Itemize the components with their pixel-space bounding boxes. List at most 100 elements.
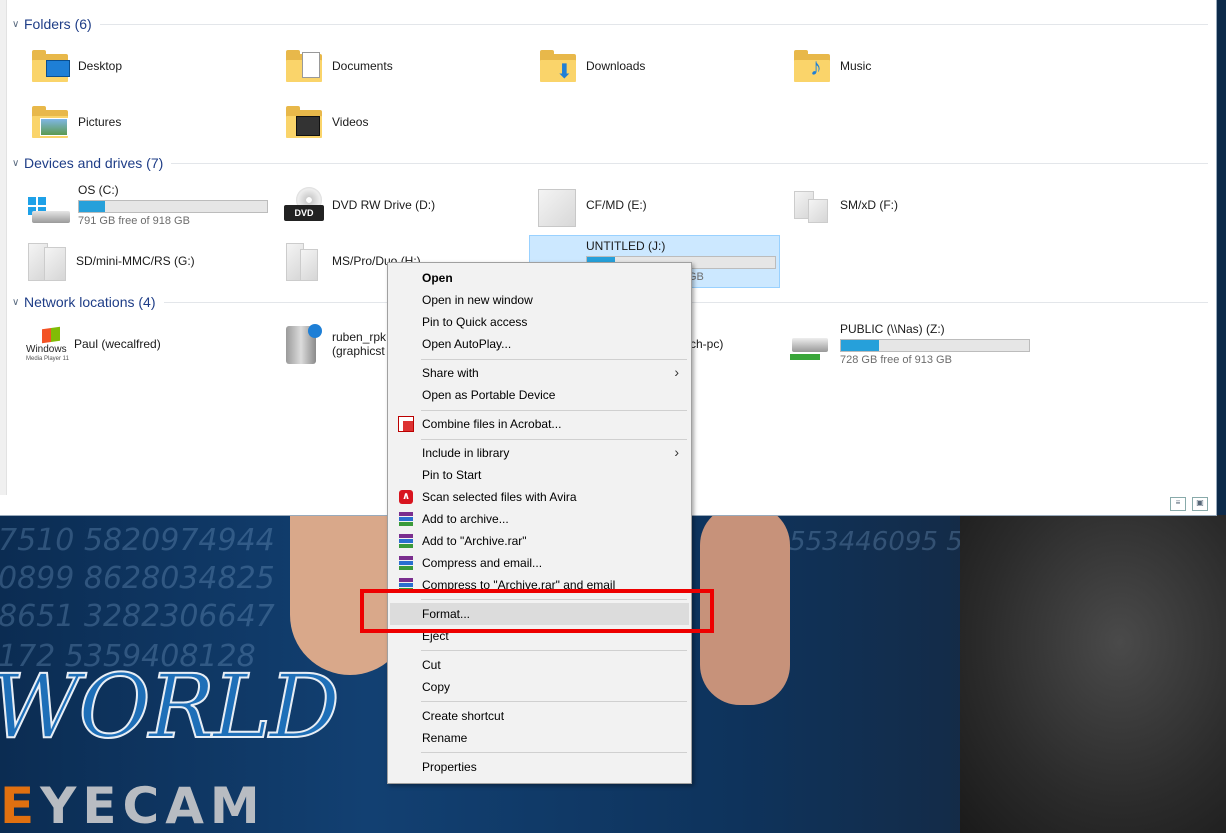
menu-label: Add to archive... [422, 512, 509, 526]
drive-item-g[interactable]: SD/mini-MMC/RS (G:) [22, 236, 195, 286]
menu-label: Open in new window [422, 293, 533, 307]
menu-label: Create shortcut [422, 709, 505, 723]
media-server-icon [282, 322, 326, 366]
group-header-devices[interactable]: ∨ Devices and drives (7) [12, 155, 1208, 171]
desktop-folder-icon [28, 44, 72, 88]
large-icons-view-icon[interactable]: ▣ [1192, 497, 1208, 511]
network-item-pc-label[interactable]: ch-pc) [690, 337, 723, 351]
card-reader-icon [26, 239, 70, 283]
drive-label: DVD RW Drive (D:) [332, 198, 436, 212]
folder-label: Music [840, 59, 872, 73]
folder-item-pictures[interactable]: Pictures [28, 97, 121, 147]
menu-label: Compress and email... [422, 556, 543, 570]
drive-item-f[interactable]: SM/xD (F:) [790, 180, 898, 230]
vertical-scrollbar[interactable] [0, 0, 7, 495]
menu-item-compress-email[interactable]: Compress and email... [390, 552, 689, 574]
dvd-drive-icon: DVD [282, 183, 326, 227]
network-item-paul[interactable]: Windows Media Player 11 Paul (wecalfred) [24, 319, 161, 369]
drive-space-text: 791 GB free of 918 GB [78, 215, 190, 227]
documents-folder-icon [282, 44, 326, 88]
folder-item-music[interactable]: ♪ Music [790, 41, 871, 91]
menu-item-pin-quick-access[interactable]: Pin to Quick access [390, 311, 689, 333]
menu-item-add-archive[interactable]: Add to archive... [390, 508, 689, 530]
menu-item-combine-acrobat[interactable]: Combine files in Acrobat... [390, 413, 689, 435]
menu-separator [421, 752, 687, 753]
menu-label: Open as Portable Device [422, 388, 556, 402]
folder-item-documents[interactable]: Documents [282, 41, 393, 91]
folder-item-videos[interactable]: Videos [282, 97, 368, 147]
drive-space-text: 728 GB free of 913 GB [840, 354, 952, 366]
windows-media-player-icon: Windows Media Player 11 [24, 322, 69, 366]
group-title-devices: Devices and drives (7) [24, 155, 164, 171]
details-view-icon[interactable]: ≡ [1170, 497, 1186, 511]
menu-item-open-new-window[interactable]: Open in new window [390, 289, 689, 311]
menu-item-properties[interactable]: Properties [390, 756, 689, 778]
folder-label: Desktop [78, 59, 123, 73]
group-divider [99, 23, 1208, 25]
menu-item-scan-avira[interactable]: ∧ Scan selected files with Avira [390, 486, 689, 508]
network-label: Paul (wecalfred) [74, 337, 161, 351]
music-note-icon: ♪ [810, 54, 822, 81]
menu-item-share-with[interactable]: Share with › [390, 362, 689, 384]
folder-label: Documents [332, 59, 393, 73]
menu-item-open-portable[interactable]: Open as Portable Device [390, 384, 689, 406]
folder-item-desktop[interactable]: Desktop [28, 41, 122, 91]
drive-item-d[interactable]: DVD DVD RW Drive (D:) [282, 180, 435, 230]
context-menu: Open Open in new window Pin to Quick acc… [387, 262, 692, 784]
drive-usage-bar [78, 200, 268, 213]
menu-item-include-library[interactable]: Include in library › [390, 442, 689, 464]
acrobat-icon [398, 416, 414, 432]
drive-item-c[interactable]: OS (C:) 791 GB free of 918 GB [28, 180, 268, 230]
group-header-folders[interactable]: ∨ Folders (6) [12, 16, 1208, 32]
format-highlight-box [360, 589, 714, 633]
menu-item-copy[interactable]: Copy [390, 676, 689, 698]
menu-label: Cut [422, 658, 441, 672]
menu-item-open-autoplay[interactable]: Open AutoPlay... [390, 333, 689, 355]
chevron-right-icon: › [674, 364, 679, 380]
pictures-folder-icon [28, 100, 72, 144]
group-title-folders: Folders (6) [24, 16, 92, 32]
menu-item-pin-start[interactable]: Pin to Start [390, 464, 689, 486]
winrar-icon [398, 556, 414, 570]
menu-label: Rename [422, 731, 468, 745]
dvd-badge: DVD [284, 205, 324, 221]
menu-label: Pin to Quick access [422, 315, 528, 329]
menu-separator [421, 439, 687, 440]
videos-folder-icon [282, 100, 326, 144]
drive-label: SD/mini-MMC/RS (G:) [76, 254, 195, 268]
menu-item-rename[interactable]: Rename [390, 727, 689, 749]
logo-world-text: WORLD [0, 654, 341, 759]
winrar-icon [398, 512, 414, 526]
avira-icon: ∧ [399, 490, 413, 504]
network-item-ruben[interactable]: ruben_rpk (graphicst [282, 319, 386, 369]
menu-item-add-archive-rar[interactable]: Add to "Archive.rar" [390, 530, 689, 552]
network-item-public-nas[interactable]: PUBLIC (\\Nas) (Z:) 728 GB free of 913 G… [786, 319, 1030, 369]
menu-separator [421, 359, 687, 360]
chevron-right-icon: › [674, 444, 679, 460]
menu-label: Add to "Archive.rar" [422, 534, 527, 548]
menu-label: Pin to Start [422, 468, 482, 482]
downloads-folder-icon: ⬇ [536, 44, 580, 88]
windows-drive-icon [28, 183, 72, 227]
menu-item-cut[interactable]: Cut [390, 654, 689, 676]
chevron-down-icon: ∨ [12, 296, 20, 308]
drive-label: CF/MD (E:) [586, 198, 647, 212]
group-divider [171, 162, 1208, 164]
network-drive-icon [786, 322, 830, 366]
menu-separator [421, 650, 687, 651]
menu-separator [421, 410, 687, 411]
folder-item-downloads[interactable]: ⬇ Downloads [536, 41, 645, 91]
menu-item-open[interactable]: Open [390, 267, 689, 289]
menu-separator [421, 701, 687, 702]
group-title-network: Network locations (4) [24, 294, 156, 310]
menu-label: Combine files in Acrobat... [422, 417, 562, 431]
folder-label: Videos [332, 115, 369, 129]
drive-label: OS (C:) [78, 183, 119, 197]
arrow-down-icon: ⬇ [556, 61, 573, 83]
logo-eyecam-rest: YECAM [40, 777, 266, 833]
menu-item-create-shortcut[interactable]: Create shortcut [390, 705, 689, 727]
menu-label: Include in library [422, 446, 510, 460]
folder-label: Downloads [586, 59, 646, 73]
drive-item-e[interactable]: CF/MD (E:) [536, 180, 647, 230]
logo-e-letter: E [0, 777, 41, 833]
